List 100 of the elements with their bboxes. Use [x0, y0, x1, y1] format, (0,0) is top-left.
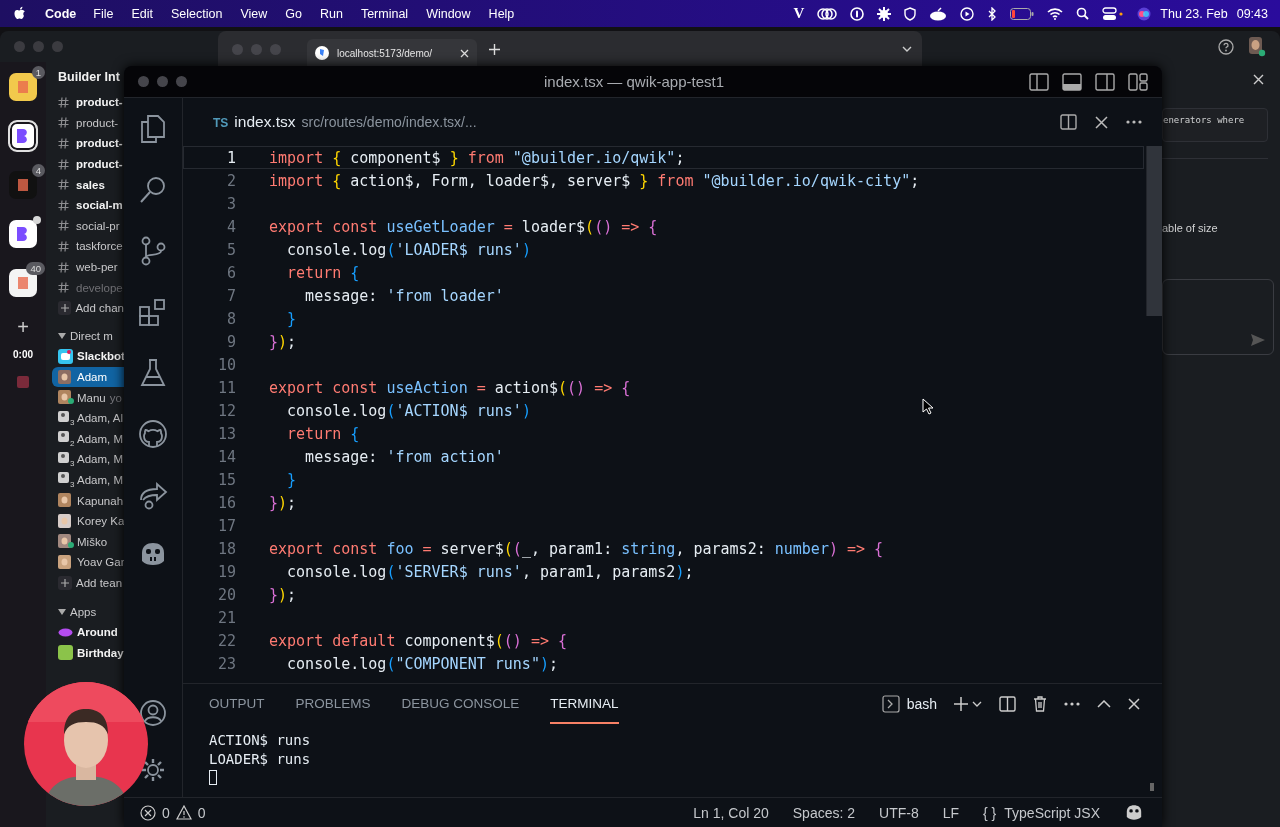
direct-message-item[interactable]: Adam, M	[77, 474, 123, 486]
menu-item[interactable]: Help	[488, 6, 515, 21]
apple-logo-icon[interactable]	[14, 6, 27, 21]
share-arrow-icon[interactable]	[138, 480, 168, 510]
close-icon[interactable]	[460, 48, 469, 58]
editor-tab[interactable]: TS index.tsx src/routes/demo/index.tsx/...	[213, 113, 477, 131]
channel-item[interactable]: product-	[76, 137, 123, 150]
control-center-icon[interactable]	[1102, 6, 1125, 21]
section-header[interactable]: Apps	[70, 605, 97, 618]
direct-message-item[interactable]: Manu	[77, 391, 106, 404]
layout-icon[interactable]	[1128, 72, 1148, 91]
panel-tab[interactable]: OUTPUT	[209, 684, 265, 724]
caret-icon[interactable]	[58, 332, 66, 339]
add-workspace-button[interactable]: +	[17, 317, 29, 337]
password-icon[interactable]	[850, 6, 865, 21]
encoding-setting[interactable]: UTF-8	[879, 804, 919, 821]
new-terminal-icon[interactable]	[954, 697, 982, 711]
menu-item[interactable]: Window	[426, 6, 471, 21]
flask-icon[interactable]	[140, 358, 166, 388]
new-tab-icon[interactable]	[489, 43, 500, 55]
close-icon[interactable]	[1095, 115, 1108, 129]
direct-message-item[interactable]: Kapunah	[77, 494, 124, 507]
panel-toggle-icon[interactable]	[1062, 72, 1082, 91]
battery-icon[interactable]	[1010, 7, 1035, 20]
menu-item[interactable]: View	[240, 6, 268, 21]
selected-item-highlight[interactable]: Adam	[52, 366, 124, 388]
direct-message-item[interactable]: Adam, M	[77, 453, 123, 466]
cloud-icon[interactable]	[929, 6, 948, 21]
siri-icon[interactable]	[1137, 6, 1152, 21]
panel-tab[interactable]: DEBUG CONSOLE	[401, 684, 520, 724]
direct-message-item[interactable]: Miško	[77, 535, 108, 548]
panel-tab[interactable]: TERMINAL	[550, 684, 619, 724]
wifi-icon[interactable]	[1047, 7, 1064, 20]
panel-tab[interactable]: PROBLEMS	[295, 684, 371, 724]
status-menu-letter[interactable]: V	[793, 5, 805, 22]
trash-icon[interactable]	[1033, 696, 1047, 712]
language-mode[interactable]: { } TypeScript JSX	[983, 804, 1100, 821]
extensions-icon[interactable]	[138, 297, 168, 327]
split-terminal-icon[interactable]	[999, 696, 1016, 712]
app-menu[interactable]: Code	[45, 6, 77, 21]
workspace-icon[interactable]	[9, 220, 37, 248]
workspace-icon[interactable]	[9, 73, 37, 101]
close-icon[interactable]	[1253, 74, 1264, 85]
channel-item[interactable]: product-	[76, 158, 123, 171]
direct-message-item[interactable]: Slackbot	[77, 350, 124, 363]
direct-message-item[interactable]: Adam	[77, 371, 108, 383]
account-icon[interactable]	[140, 700, 166, 726]
menu-item[interactable]: Terminal	[360, 6, 409, 21]
close-icon[interactable]	[1128, 698, 1140, 710]
direct-message-item[interactable]: Adam, Al	[77, 412, 124, 425]
gear-icon[interactable]	[877, 6, 892, 21]
channel-item[interactable]: social-pr	[76, 219, 120, 232]
channel-item[interactable]: web-per	[76, 261, 118, 274]
menu-item[interactable]: Edit	[131, 6, 153, 21]
menu-item[interactable]: Go	[285, 6, 302, 21]
menu-item[interactable]: File	[93, 6, 114, 21]
line-ending-setting[interactable]: LF	[942, 804, 960, 821]
scrollbar[interactable]	[1150, 783, 1154, 791]
chevron-down-icon[interactable]	[902, 46, 912, 52]
app-item[interactable]: Birthday	[77, 646, 124, 659]
channel-item[interactable]: product-	[76, 96, 123, 109]
github-icon[interactable]	[138, 419, 168, 449]
direct-message-item[interactable]: Korey Ka	[77, 515, 124, 528]
add-icon[interactable]	[58, 301, 72, 316]
play-icon[interactable]	[960, 6, 975, 21]
channel-item[interactable]: social-m	[76, 199, 123, 212]
scrollbar[interactable]	[1146, 146, 1162, 316]
more-icon[interactable]	[1064, 702, 1080, 706]
search-icon[interactable]	[1076, 7, 1090, 20]
terminal-picker[interactable]: bash	[881, 695, 937, 713]
more-icon[interactable]	[1126, 120, 1142, 124]
channel-item[interactable]: sales	[76, 178, 105, 191]
section-header[interactable]: Direct m	[70, 329, 113, 342]
secondary-sidebar-icon[interactable]	[1095, 72, 1115, 91]
shield-icon[interactable]	[904, 6, 917, 21]
direct-message-item[interactable]: Yoav Gar	[77, 556, 124, 569]
split-editor-icon[interactable]	[1060, 114, 1077, 130]
source-control-icon[interactable]	[139, 236, 167, 266]
help-icon[interactable]	[1218, 38, 1234, 55]
caret-icon[interactable]	[58, 608, 66, 615]
bluetooth-icon[interactable]	[987, 6, 998, 21]
problems-indicator[interactable]: 0 0	[140, 804, 206, 821]
add-icon[interactable]	[58, 575, 72, 590]
add-channels-link[interactable]: Add chan	[75, 302, 124, 315]
menu-item[interactable]: Selection	[170, 6, 223, 21]
settings-icon[interactable]	[140, 757, 166, 783]
channel-item[interactable]: product-	[76, 116, 119, 129]
menu-date[interactable]: Thu 23. Feb	[1160, 6, 1228, 21]
channel-item[interactable]: taskforce	[76, 240, 123, 253]
files-icon[interactable]	[139, 114, 167, 144]
menu-time[interactable]: 09:43	[1236, 6, 1268, 21]
rings-icon[interactable]	[817, 6, 838, 21]
menu-item[interactable]: Run	[319, 6, 343, 21]
app-item[interactable]: Around	[77, 626, 118, 639]
user-avatar-icon[interactable]	[1246, 35, 1266, 58]
workspace-name[interactable]: Builder Int	[58, 70, 120, 84]
maximize-panel-icon[interactable]	[1097, 700, 1111, 708]
add-teammates-link[interactable]: Add tean	[76, 576, 123, 589]
search-icon[interactable]	[139, 175, 167, 205]
workspace-icon[interactable]	[8, 120, 38, 152]
